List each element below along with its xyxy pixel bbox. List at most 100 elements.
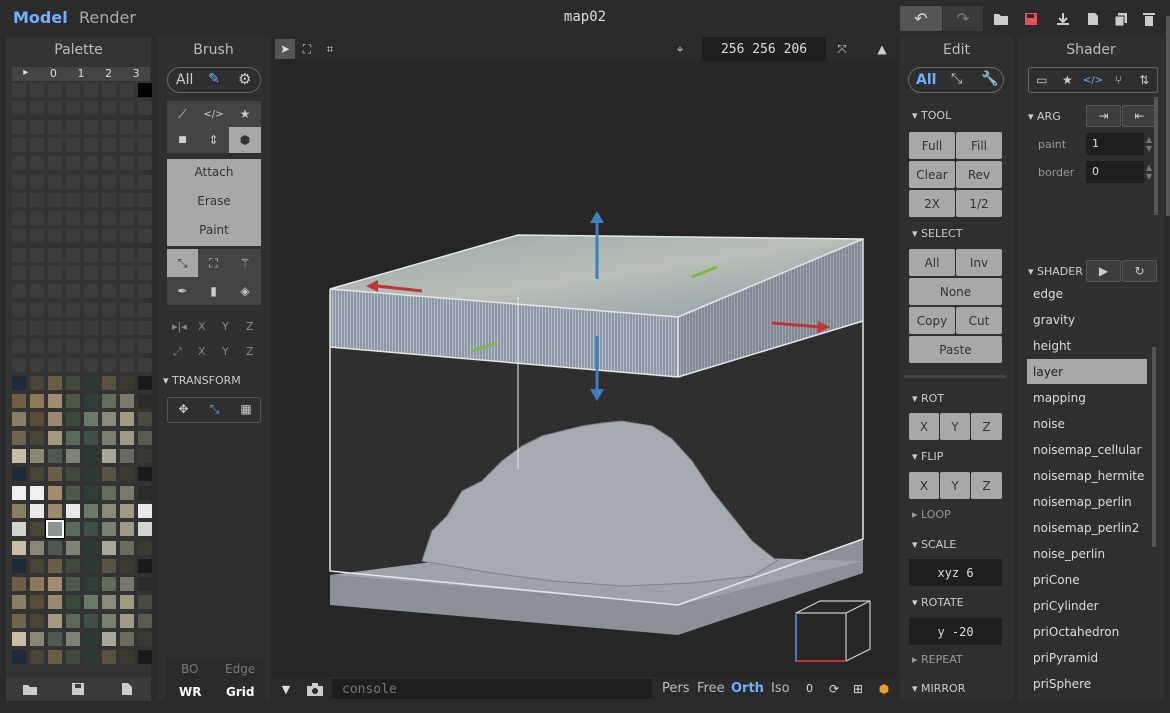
palette-swatch[interactable]	[102, 229, 116, 244]
palette-swatch[interactable]	[120, 83, 134, 97]
cut-button[interactable]: Cut	[956, 307, 1002, 334]
palette-swatch[interactable]	[66, 650, 80, 665]
palette-swatch[interactable]	[12, 632, 26, 646]
arg-import-button[interactable]: ⇥	[1086, 105, 1121, 127]
box-tool[interactable]: ⬢	[229, 127, 261, 153]
palette-swatch[interactable]	[102, 394, 116, 409]
palette-swatch[interactable]	[120, 320, 134, 335]
scale-input[interactable]: xyz 6	[909, 559, 1002, 586]
palette-swatch[interactable]	[138, 595, 152, 610]
palette-swatch[interactable]	[102, 503, 116, 518]
palette-swatch[interactable]	[66, 412, 80, 427]
palette-swatch[interactable]	[66, 119, 80, 134]
flip-z-button[interactable]: Z	[971, 472, 1002, 499]
palette-swatch[interactable]	[66, 522, 80, 537]
palette-swatch[interactable]	[138, 577, 152, 592]
palette-swatch[interactable]	[30, 101, 44, 116]
shader-run-button[interactable]: ▶	[1086, 260, 1121, 282]
undo-button[interactable]: ↶	[900, 6, 942, 31]
palette-swatch[interactable]	[120, 119, 134, 134]
select-all-button[interactable]: All	[909, 249, 955, 276]
rotate-input[interactable]: y -20	[909, 618, 1002, 645]
palette-tab-play[interactable]: ▸	[12, 67, 40, 81]
palette-swatch[interactable]	[66, 577, 80, 592]
palette-swatch[interactable]	[84, 247, 98, 262]
palette-swatch[interactable]	[138, 412, 152, 427]
palette-swatch[interactable]	[138, 650, 152, 665]
palette-swatch[interactable]	[84, 229, 98, 244]
palette-swatch[interactable]	[102, 412, 116, 427]
palette-swatch[interactable]	[84, 320, 98, 335]
pointer-tool[interactable]: ➤	[275, 39, 295, 59]
palette-swatch[interactable]	[48, 192, 62, 207]
palette-swatch[interactable]	[30, 449, 44, 463]
palette-swatch[interactable]	[12, 101, 26, 116]
palette-swatch[interactable]	[84, 266, 98, 280]
palette-swatch[interactable]	[45, 519, 65, 540]
shader-folder-button[interactable]: ▭	[1029, 68, 1055, 92]
palette-swatch[interactable]	[102, 430, 116, 445]
scale-section[interactable]: ▾ SCALE	[912, 538, 956, 551]
model-size-field[interactable]: 256 256 206	[702, 37, 826, 61]
extrude-tool[interactable]: ⇕	[198, 127, 229, 153]
clear-button[interactable]: Clear	[909, 161, 955, 188]
palette-swatch[interactable]	[120, 467, 134, 482]
tool-section[interactable]: ▾ TOOL	[912, 109, 951, 122]
palette-swatch[interactable]	[120, 137, 134, 152]
star-tool[interactable]: ★	[229, 101, 261, 127]
console-input[interactable]	[332, 679, 652, 699]
bucket-tool[interactable]: ◈	[229, 277, 261, 305]
wr-toggle[interactable]: WR	[179, 685, 201, 699]
palette-swatch[interactable]	[12, 467, 26, 482]
palette-swatch[interactable]	[138, 101, 152, 116]
shader-item[interactable]: noisemap_perlin	[1027, 489, 1147, 514]
palette-swatch[interactable]	[138, 503, 152, 518]
palette-swatch[interactable]	[120, 174, 134, 189]
palette-swatch[interactable]	[12, 83, 26, 97]
palette-swatch[interactable]	[48, 101, 62, 116]
open-button[interactable]	[990, 6, 1012, 31]
palette-swatch[interactable]	[120, 558, 134, 573]
palette-swatch[interactable]	[138, 339, 152, 354]
transform-section[interactable]: ▾ TRANSFORM	[163, 374, 241, 387]
palette-swatch[interactable]	[66, 449, 80, 463]
palette-swatch[interactable]	[120, 650, 134, 665]
palette-swatch[interactable]	[138, 449, 152, 463]
palette-swatch[interactable]	[84, 174, 98, 189]
palette-swatch[interactable]	[48, 375, 62, 390]
resize-tool[interactable]: ⤡	[167, 249, 198, 277]
palette-swatch[interactable]	[102, 595, 116, 610]
palette-swatch[interactable]	[12, 156, 26, 171]
move-tool[interactable]: ✥	[168, 402, 199, 416]
paint-button[interactable]: Paint	[167, 223, 261, 237]
palette-swatch[interactable]	[12, 375, 26, 390]
palette-swatch[interactable]	[138, 192, 152, 207]
palette-swatch[interactable]	[84, 156, 98, 171]
palette-swatch[interactable]	[138, 540, 152, 555]
palette-swatch[interactable]	[84, 119, 98, 134]
palette-swatch[interactable]	[12, 522, 26, 537]
palette-swatch[interactable]	[48, 302, 62, 317]
brush-paint-tab[interactable]: ✎	[208, 71, 220, 87]
palette-swatch[interactable]	[138, 211, 152, 226]
arg-scrollbar[interactable]	[1154, 97, 1158, 215]
paste-button[interactable]: Paste	[909, 336, 1002, 363]
rot-x-button[interactable]: X	[909, 413, 939, 440]
palette-swatch[interactable]	[84, 284, 98, 299]
palette-swatch[interactable]	[84, 101, 98, 116]
palette-swatch[interactable]	[102, 577, 116, 592]
grid-toggle[interactable]: Grid	[226, 685, 254, 699]
palette-swatch[interactable]	[12, 211, 26, 226]
palette-swatch[interactable]	[138, 632, 152, 646]
edit-expand-tab[interactable]: ⤡	[951, 71, 962, 87]
palette-swatch[interactable]	[138, 119, 152, 134]
palette-swatch[interactable]	[84, 339, 98, 354]
window-scrollbar[interactable]	[1166, 16, 1170, 216]
paint-arg-spinner[interactable]: ▲ ▼	[1146, 135, 1152, 153]
view-free[interactable]: Free	[697, 681, 725, 696]
palette-swatch[interactable]	[84, 192, 98, 207]
palette-swatch[interactable]	[120, 449, 134, 463]
palette-swatch[interactable]	[120, 247, 134, 262]
loop-section[interactable]: ▸ LOOP	[912, 508, 951, 521]
palette-swatch[interactable]	[84, 613, 98, 628]
